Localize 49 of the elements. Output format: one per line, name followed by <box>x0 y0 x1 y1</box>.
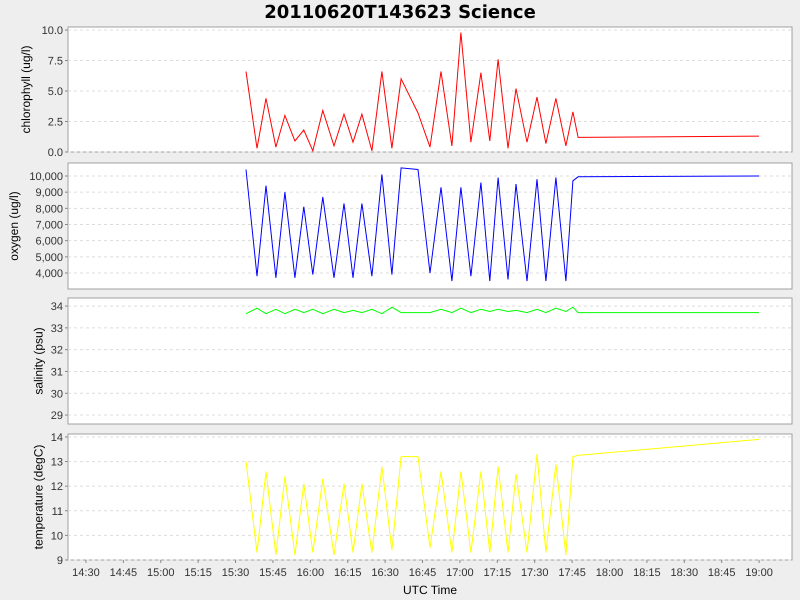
chart-title: 20110620T143623 Science <box>264 2 536 22</box>
tick-label: 14:30 <box>72 567 100 579</box>
axis-title: oxygen (ug/l) <box>6 191 21 261</box>
axis-title: chlorophyll (ug/l) <box>19 45 34 134</box>
tick-label: 15:45 <box>259 567 287 579</box>
tick-label: 13 <box>50 456 63 469</box>
tick-label: 2.5 <box>48 116 63 128</box>
tick-label: 18:45 <box>708 567 736 579</box>
axis-title: temperature (degC) <box>32 444 46 550</box>
tick-label: 15:30 <box>222 567 250 579</box>
tick-label: 16:00 <box>296 567 324 579</box>
tick-label: 19:00 <box>745 567 773 579</box>
tick-label: 29 <box>50 410 63 422</box>
tick-label: 11 <box>52 506 63 518</box>
tick-label: 14:45 <box>110 567 138 579</box>
tick-label: 5,000 <box>35 252 63 264</box>
axis-title: salinity (psu) <box>32 327 46 395</box>
tick-label: 7,000 <box>35 220 63 232</box>
tick-label: 14 <box>50 432 63 444</box>
tick-label: 12 <box>50 481 63 494</box>
tick-label: 18:00 <box>596 567 624 579</box>
tick-label: 30 <box>50 388 63 400</box>
tick-label: 8,000 <box>35 203 63 216</box>
tick-label: 34 <box>50 301 63 314</box>
tick-label: 16:30 <box>371 567 399 579</box>
tick-label: 7.5 <box>48 56 63 68</box>
tick-label: 15:00 <box>146 567 174 579</box>
tick-label: 18:30 <box>670 567 698 579</box>
tick-label: 17:30 <box>520 567 548 579</box>
tick-label: 17:15 <box>484 567 512 579</box>
tick-label: 15:15 <box>184 567 212 579</box>
tick-label: 10 <box>50 530 63 542</box>
axis-title: UTC Time <box>403 583 457 597</box>
tick-label: 17:45 <box>558 567 586 579</box>
tick-label: 16:15 <box>334 567 362 579</box>
tick-label: 4,000 <box>35 268 63 280</box>
tick-label: 10.0 <box>42 25 63 38</box>
tick-label: 33 <box>50 322 63 335</box>
tick-label: 6,000 <box>35 236 63 248</box>
tick-label: 0.0 <box>48 147 63 159</box>
tick-label: 31 <box>50 366 63 378</box>
tick-label: 17:00 <box>446 567 474 579</box>
tick-label: 18:15 <box>633 567 661 579</box>
tick-label: 9,000 <box>35 187 63 200</box>
tick-label: 9 <box>56 555 63 567</box>
tick-label: 16:45 <box>408 567 436 579</box>
tick-label: 32 <box>50 344 63 357</box>
tick-label: 10,000 <box>29 171 63 183</box>
tick-label: 5.0 <box>48 86 63 98</box>
